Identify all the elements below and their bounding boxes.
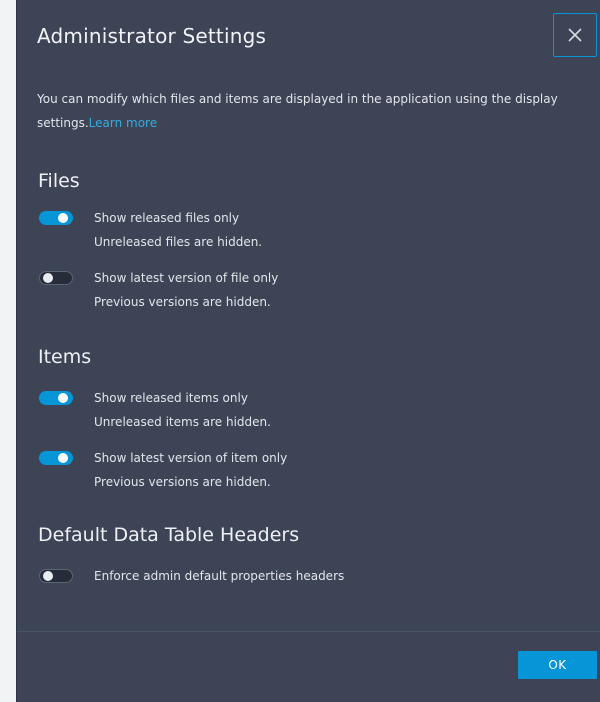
toggle-text: Show released items only Unreleased item… bbox=[94, 386, 271, 434]
toggle-description: Unreleased files are hidden. bbox=[94, 235, 263, 249]
toggle-label: Show released files only bbox=[94, 211, 240, 225]
toggle-text: Show released files only Unreleased file… bbox=[94, 206, 262, 254]
enforce-headers-toggle[interactable] bbox=[39, 569, 73, 583]
close-button[interactable] bbox=[553, 13, 597, 57]
toggle-label: Enforce admin default properties headers bbox=[94, 569, 345, 583]
toggle-knob bbox=[43, 571, 53, 581]
toggle-label: Show released items only bbox=[94, 391, 248, 405]
items-section-title: Items bbox=[38, 346, 92, 368]
toggle-text: Show latest version of file only Previou… bbox=[94, 266, 278, 314]
toggle-description: Previous versions are hidden. bbox=[94, 475, 271, 489]
toggle-row-released-items: Show released items only Unreleased item… bbox=[39, 386, 271, 434]
close-icon bbox=[568, 28, 582, 42]
toggle-knob bbox=[43, 273, 53, 283]
toggle-row-latest-item-version: Show latest version of item only Previou… bbox=[39, 446, 287, 494]
released-files-toggle[interactable] bbox=[39, 211, 73, 225]
toggle-description: Previous versions are hidden. bbox=[94, 295, 271, 309]
footer-divider bbox=[17, 631, 600, 632]
released-items-toggle[interactable] bbox=[39, 391, 73, 405]
toggle-knob bbox=[58, 393, 68, 403]
toggle-text: Show latest version of item only Previou… bbox=[94, 446, 287, 494]
latest-item-version-toggle[interactable] bbox=[39, 451, 73, 465]
toggle-label: Show latest version of item only bbox=[94, 451, 288, 465]
toggle-text: Enforce admin default properties headers bbox=[94, 564, 344, 588]
latest-file-version-toggle[interactable] bbox=[39, 271, 73, 285]
toggle-knob bbox=[58, 213, 68, 223]
toggle-knob bbox=[58, 453, 68, 463]
ok-button[interactable]: OK bbox=[518, 651, 597, 679]
learn-more-link[interactable]: Learn more bbox=[89, 116, 157, 130]
headers-section-title: Default Data Table Headers bbox=[38, 524, 300, 546]
files-section-title: Files bbox=[38, 170, 80, 192]
dialog-title: Administrator Settings bbox=[37, 24, 267, 48]
administrator-settings-dialog: Administrator Settings You can modify wh… bbox=[16, 0, 600, 702]
intro-text: You can modify which files and items are… bbox=[37, 87, 597, 135]
toggle-row-enforce-headers: Enforce admin default properties headers bbox=[39, 564, 344, 588]
toggle-row-latest-file-version: Show latest version of file only Previou… bbox=[39, 266, 278, 314]
toggle-row-released-files: Show released files only Unreleased file… bbox=[39, 206, 262, 254]
toggle-label: Show latest version of file only bbox=[94, 271, 279, 285]
toggle-description: Unreleased items are hidden. bbox=[94, 415, 271, 429]
